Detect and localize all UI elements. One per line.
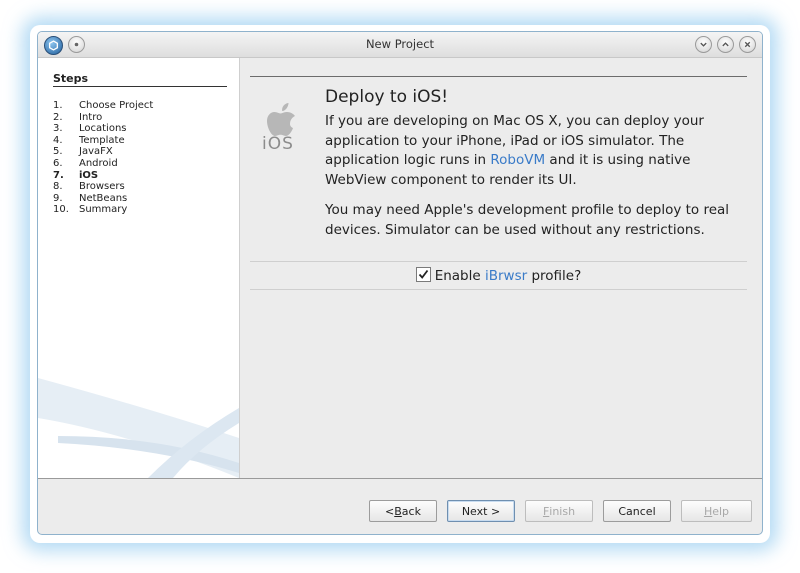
step-heading: Deploy to iOS! [325, 87, 449, 107]
ibrwsr-link[interactable]: iBrwsr [485, 268, 527, 284]
help-mnemonic: H [703, 504, 713, 518]
step-label: Locations [79, 123, 127, 135]
profile-note-paragraph: You may need Apple's development profile… [325, 202, 730, 238]
step-label: Android [79, 157, 118, 169]
maximize-button[interactable] [717, 36, 734, 53]
button-bar-divider [38, 478, 762, 479]
help-rest: elp [712, 504, 730, 518]
step-item: 7. iOS [53, 170, 153, 182]
ios-logo-text: iOS [262, 134, 294, 154]
step-number: 6. [53, 157, 63, 169]
step-item: 10. Summary [53, 204, 153, 216]
step-number: 3. [53, 123, 63, 135]
intro-paragraph: If you are developing on Mac OS X, you c… [325, 112, 749, 190]
step-number: 7. [53, 169, 64, 181]
step-label: Browsers [79, 181, 125, 193]
title-bar[interactable]: New Project [38, 32, 762, 58]
step-number: 5. [53, 146, 63, 158]
netbeans-swoosh-graphic [38, 378, 239, 478]
step-item: 8. Browsers [53, 181, 153, 193]
back-button[interactable]: < Back [369, 500, 437, 522]
step-item: 3. Locations [53, 123, 153, 135]
checkmark-icon [418, 269, 428, 279]
back-mnemonic: B [394, 504, 402, 518]
window-title: New Project [365, 37, 435, 51]
profile-top-divider [250, 261, 747, 262]
ios-step-content: iOS Deploy to iOS! If you are developing… [250, 76, 747, 476]
step-number: 8. [53, 181, 63, 193]
profile-bottom-divider [250, 289, 747, 290]
step-item: 2. Intro [53, 112, 153, 124]
step-item: 6. Android [53, 158, 153, 170]
button-bar: < Back Next > Finish Cancel Help [369, 500, 752, 522]
enable-profile-label-end[interactable]: profile? [527, 268, 581, 284]
robovm-link[interactable]: RoboVM [490, 152, 545, 168]
steps-title: Steps [53, 72, 227, 87]
step-label: JavaFX [79, 146, 113, 158]
new-project-dialog: New Project Steps 1. Choose Project 2. Intr… [37, 31, 763, 535]
finish-rest: inish [549, 504, 576, 518]
steps-list: 1. Choose Project 2. Intro 3. Locations 4. Temp… [53, 100, 153, 216]
step-label: iOS [79, 169, 99, 181]
enable-profile-label[interactable]: Enable [435, 268, 485, 284]
step-item: 5. JavaFX [53, 146, 153, 158]
next-button[interactable]: Next > [447, 500, 515, 522]
step-label: Intro [79, 111, 103, 123]
finish-button[interactable]: Finish [525, 500, 593, 522]
step-number: 9. [53, 192, 63, 204]
step-item: 9. NetBeans [53, 193, 153, 205]
step-number: 2. [53, 111, 63, 123]
steps-panel: Steps 1. Choose Project 2. Intro 3. Locations… [38, 58, 240, 478]
help-button[interactable]: Help [681, 500, 752, 522]
step-number: 4. [53, 134, 63, 146]
step-item: 1. Choose Project [53, 100, 153, 112]
close-button[interactable] [739, 36, 756, 53]
step-label: Template [79, 134, 125, 146]
step-label: Summary [79, 204, 128, 216]
content-top-divider [250, 76, 747, 77]
back-rest: ack [401, 504, 421, 518]
step-label: NetBeans [79, 192, 128, 204]
step-number: 10. [53, 204, 69, 216]
enable-profile-row: Enable iBrwsr profile? [250, 267, 747, 284]
cancel-button[interactable]: Cancel [603, 500, 671, 522]
back-prefix: < [385, 504, 395, 518]
step-label: Choose Project [79, 100, 154, 111]
minimize-button[interactable] [695, 36, 712, 53]
step-number: 1. [53, 100, 63, 111]
step-item: 4. Template [53, 135, 153, 147]
enable-profile-checkbox[interactable] [415, 267, 431, 282]
